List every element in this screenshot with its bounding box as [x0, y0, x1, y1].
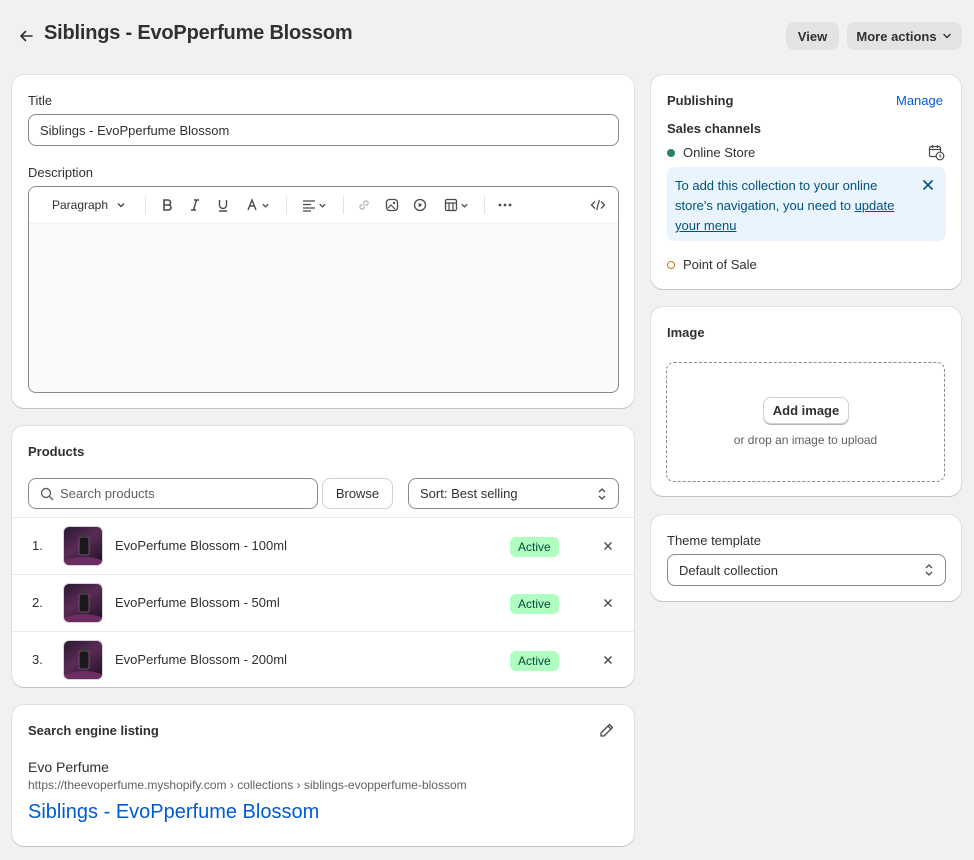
add-image-button[interactable]: Add image	[763, 397, 849, 424]
image-icon[interactable]	[382, 195, 402, 215]
theme-template-value: Default collection	[679, 562, 778, 578]
paragraph-label: Paragraph	[51, 198, 109, 212]
code-icon[interactable]	[588, 195, 608, 215]
product-row[interactable]: 3. EvoPerfume Blossom - 200ml Active	[12, 631, 634, 687]
seo-card: Search engine listing Evo Perfume https:…	[12, 705, 634, 846]
seo-url: https://theevoperfume.myshopify.com › co…	[28, 778, 467, 792]
product-row[interactable]: 2. EvoPerfume Blossom - 50ml Active	[12, 574, 634, 631]
product-index: 3.	[32, 652, 43, 667]
image-heading: Image	[667, 325, 705, 340]
status-badge: Active	[510, 537, 559, 557]
more-actions-label: More actions	[856, 28, 937, 44]
point-of-sale-label: Point of Sale	[683, 257, 757, 272]
paragraph-select[interactable]: Paragraph	[45, 195, 133, 215]
online-store-status-dot	[667, 149, 675, 157]
product-name: EvoPerfume Blossom - 50ml	[115, 595, 280, 610]
remove-icon[interactable]	[600, 650, 616, 670]
text-color-icon[interactable]	[241, 195, 273, 215]
description-editor[interactable]: Paragraph	[28, 186, 619, 393]
underline-icon[interactable]	[213, 195, 233, 215]
editor-toolbar: Paragraph	[29, 187, 618, 224]
product-thumbnail	[63, 526, 103, 566]
search-products-input[interactable]: Search products	[28, 478, 318, 509]
products-card: Products Search products Browse Sort: Be…	[12, 426, 634, 687]
title-input[interactable]: Siblings - EvoPperfume Blossom	[28, 114, 619, 146]
sort-label: Sort: Best selling	[420, 486, 518, 501]
remove-icon[interactable]	[600, 593, 616, 613]
product-row[interactable]: 1. EvoPerfume Blossom - 100ml Active	[12, 517, 634, 574]
chevron-down-icon	[942, 33, 951, 39]
seo-page-title: Siblings - EvoPperfume Blossom	[28, 801, 320, 823]
edit-pencil-icon[interactable]	[599, 722, 617, 740]
select-arrows-icon	[598, 487, 606, 500]
publishing-heading: Publishing	[667, 93, 734, 108]
theme-template-heading: Theme template	[667, 533, 761, 548]
schedule-calendar-icon[interactable]	[928, 144, 946, 162]
bold-icon[interactable]	[157, 195, 177, 215]
select-arrows-icon	[925, 564, 933, 576]
search-icon	[40, 487, 54, 501]
seo-store-name: Evo Perfume	[28, 759, 109, 775]
status-badge: Active	[510, 594, 559, 614]
search-products-placeholder: Search products	[60, 486, 155, 501]
back-arrow-icon[interactable]	[14, 24, 38, 48]
publishing-card: Publishing Manage Sales channels Online …	[651, 75, 961, 289]
sales-channels-label: Sales channels	[667, 121, 761, 136]
product-name: EvoPerfume Blossom - 100ml	[115, 538, 287, 553]
video-icon[interactable]	[410, 195, 430, 215]
drop-hint: or drop an image to upload	[733, 433, 878, 447]
product-thumbnail	[63, 640, 103, 680]
view-button[interactable]: View	[786, 22, 839, 50]
products-heading: Products	[28, 444, 85, 459]
navigation-info-banner: To add this collection to your online st…	[667, 167, 946, 241]
theme-template-card: Theme template Default collection	[651, 515, 961, 601]
description-label: Description	[28, 165, 94, 180]
sort-select[interactable]: Sort: Best selling	[408, 478, 619, 509]
title-label: Title	[28, 93, 53, 108]
product-index: 1.	[32, 538, 43, 553]
pos-status-dot	[667, 261, 675, 269]
link-icon[interactable]	[354, 195, 374, 215]
manage-link[interactable]: Manage	[896, 93, 943, 108]
dismiss-banner-icon[interactable]	[919, 176, 937, 194]
image-dropzone[interactable]: Add image or drop an image to upload	[666, 362, 945, 482]
details-card: Title Siblings - EvoPperfume Blossom Des…	[12, 75, 634, 408]
online-store-label: Online Store	[683, 145, 756, 160]
product-index: 2.	[32, 595, 43, 610]
theme-template-select[interactable]: Default collection	[667, 554, 946, 586]
more-horizontal-icon[interactable]	[495, 195, 515, 215]
image-card: Image Add image or drop an image to uplo…	[651, 307, 961, 496]
banner-text: To add this collection to your online st…	[675, 178, 878, 213]
browse-button[interactable]: Browse	[322, 478, 393, 509]
seo-heading: Search engine listing	[28, 723, 159, 738]
chevron-down-icon	[117, 203, 125, 208]
remove-icon[interactable]	[600, 536, 616, 556]
status-badge: Active	[510, 651, 559, 671]
more-actions-button[interactable]: More actions	[847, 22, 962, 50]
italic-icon[interactable]	[185, 195, 205, 215]
product-thumbnail	[63, 583, 103, 623]
product-name: EvoPerfume Blossom - 200ml	[115, 652, 287, 667]
page-header: Siblings - EvoPperfume Blossom View More…	[0, 0, 974, 72]
table-icon[interactable]	[440, 195, 472, 215]
page-title: Siblings - EvoPperfume Blossom	[44, 22, 353, 44]
align-icon[interactable]	[298, 195, 330, 215]
